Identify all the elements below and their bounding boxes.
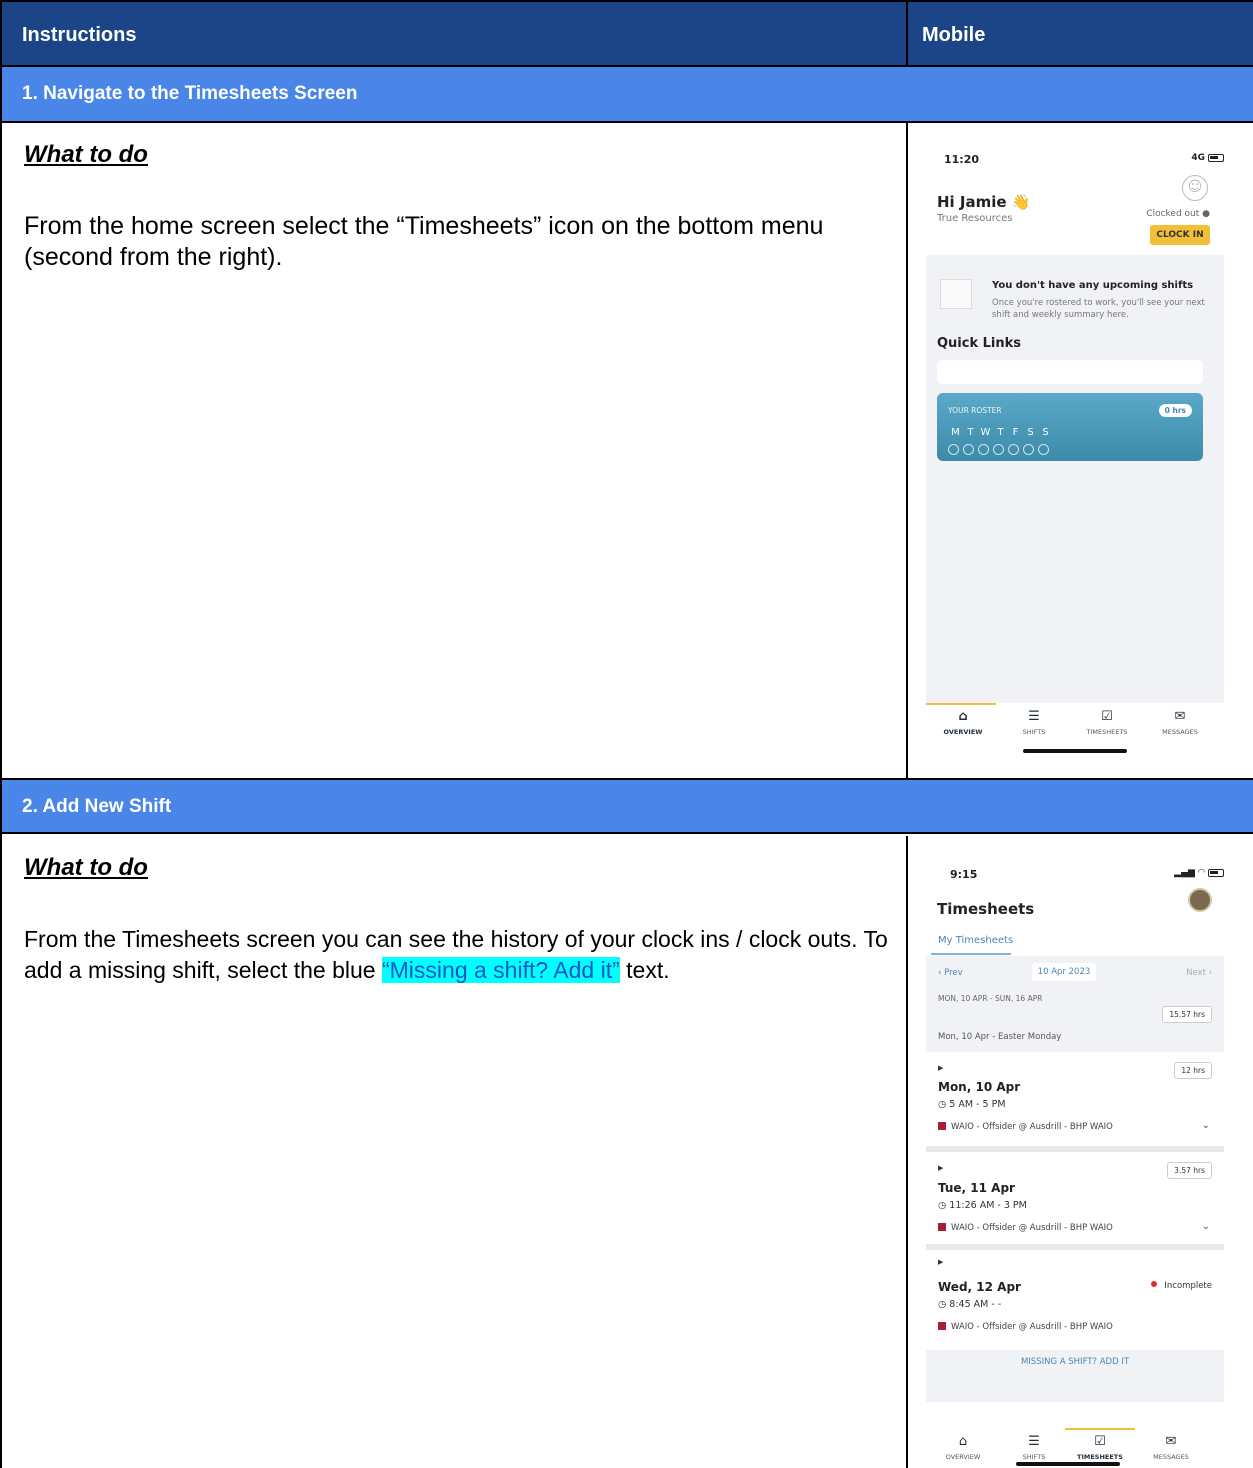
messages-icon: ✉ (1165, 1434, 1177, 1449)
date-picker[interactable]: 10 Apr 2023 (1032, 963, 1096, 981)
home-content-area (926, 255, 1224, 703)
header-mobile: Mobile (922, 24, 986, 46)
shift-job: WAIO - Offsider @ Ausdrill - BHP WAIO (938, 1223, 1113, 1233)
timesheets-icon: ☑ (1101, 709, 1113, 724)
day-label: F (1012, 427, 1019, 438)
step1-phone-screenshot: 11:20 4G ☺ Hi Jamie 👋 True Resources Clo… (908, 123, 1253, 778)
step2-instructions: What to do From the Timesheets screen yo… (2, 836, 908, 1468)
section-title-step1: 1. Navigate to the Timesheets Screen (2, 67, 1253, 123)
no-shifts-text: Once you're rostered to work, you'll see… (992, 298, 1205, 320)
clock-in-button[interactable]: CLOCK IN (1150, 225, 1210, 245)
roster-days: MTWTFSS (948, 427, 1053, 438)
status-badge: Incomplete (1151, 1281, 1212, 1291)
signal-indicator: ▂▄▆ ◠ (1174, 868, 1224, 878)
phone-home-screen: 11:20 4G ☺ Hi Jamie 👋 True Resources Clo… (926, 123, 1224, 778)
shifts-icon: ☰ (1028, 709, 1040, 724)
avatar[interactable] (1188, 888, 1212, 912)
phone-timesheets-screen: 9:15 ▂▄▆ ◠ Timesheets My Timesheets ‹ Pr… (926, 836, 1224, 1468)
messages-icon: ✉ (1174, 709, 1186, 724)
shift-card[interactable]: ▶ 12 hrs Mon, 10 Apr ◷ 5 AM - 5 PM WAIO … (926, 1052, 1224, 1146)
greeting: Hi Jamie 👋 (937, 193, 1031, 211)
shift-job: WAIO - Offsider @ Ausdrill - BHP WAIO (938, 1322, 1113, 1332)
battery-icon (1208, 868, 1224, 877)
week-hours-badge: 15.57 hrs (1162, 1006, 1212, 1023)
step2-row: What to do From the Timesheets screen yo… (2, 836, 1253, 1468)
roster-label: YOUR ROSTER (948, 406, 1002, 415)
shift-hours-badge: 3.57 hrs (1167, 1162, 1212, 1179)
shift-day: Mon, 10 Apr (938, 1080, 1021, 1094)
status-time: 11:20 (944, 153, 980, 166)
tab-my-timesheets[interactable]: My Timesheets (938, 935, 1013, 946)
section-title-step2: 2. Add New Shift (2, 778, 1253, 834)
instructions-table: Instructions Mobile 1. Navigate to the T… (0, 0, 1253, 1468)
what-to-do-heading: What to do (24, 854, 148, 881)
header-instructions: Instructions (2, 2, 908, 65)
day-label: M (951, 427, 960, 438)
week-range: MON, 10 APR - SUN, 16 APR (938, 994, 1043, 1003)
home-icon: ⌂ (958, 1434, 968, 1449)
roster-day-circles (948, 440, 1053, 459)
nav-shifts[interactable]: ☰ SHIFTS (999, 709, 1069, 736)
home-indicator (1016, 1462, 1120, 1466)
step1-text: From the home screen select the “Timeshe… (24, 212, 824, 271)
shift-day: Tue, 11 Apr (938, 1181, 1015, 1195)
roster-card[interactable]: YOUR ROSTER 0 hrs MTWTFSS (937, 393, 1203, 461)
shift-time: ◷ 11:26 AM - 3 PM (938, 1200, 1027, 1211)
shift-time: ◷ 5 AM - 5 PM (938, 1099, 1006, 1110)
day-label: W (980, 427, 991, 438)
next-button[interactable]: Next › (1186, 968, 1212, 978)
step1-row: What to do From the home screen select t… (2, 123, 1253, 778)
nav-overview[interactable]: ⌂ OVERVIEW (928, 1434, 998, 1461)
day-label: T (997, 427, 1004, 438)
company-name: True Resources (937, 213, 1013, 224)
home-indicator (1023, 749, 1127, 753)
clock-status: Clocked out ● (1146, 209, 1210, 219)
nav-messages[interactable]: ✉ MESSAGES (1136, 1434, 1206, 1461)
expand-icon: ▶ (938, 1064, 944, 1072)
missing-shift-link[interactable]: MISSING A SHIFT? ADD IT (926, 1357, 1224, 1367)
quick-links-heading: Quick Links (937, 336, 1022, 351)
calendar-icon (940, 279, 972, 309)
chevron-down-icon: ⌄ (1201, 1221, 1210, 1232)
nav-timesheets[interactable]: ☑ TIMESHEETS (1065, 1434, 1135, 1461)
shifts-icon: ☰ (1028, 1434, 1040, 1449)
day-label: T (967, 427, 974, 438)
nav-messages[interactable]: ✉ MESSAGES (1145, 709, 1215, 736)
step2-phone-screenshot: 9:15 ▂▄▆ ◠ Timesheets My Timesheets ‹ Pr… (908, 836, 1253, 1468)
nav-overview[interactable]: ⌂ OVERVIEW (928, 709, 998, 736)
bottom-nav: ⌂ OVERVIEW ☰ SHIFTS ☑ TIMESHEETS ✉ MESSAGES (926, 703, 1224, 749)
no-shifts-title: You don't have any upcoming shifts (992, 280, 1194, 291)
chevron-down-icon: ⌄ (1201, 1120, 1210, 1131)
shift-hours-badge: 12 hrs (1174, 1062, 1212, 1079)
roster-hours-badge: 0 hrs (1158, 404, 1192, 417)
shift-job: WAIO - Offsider @ Ausdrill - BHP WAIO (938, 1122, 1113, 1132)
home-icon: ⌂ (958, 709, 968, 724)
shift-card[interactable]: ▶ 3.57 hrs Tue, 11 Apr ◷ 11:26 AM - 3 PM… (926, 1152, 1224, 1244)
expand-icon: ▶ (938, 1258, 944, 1266)
shift-card[interactable]: ▶ Incomplete Wed, 12 Apr ◷ 8:45 AM - - W… (926, 1250, 1224, 1350)
page-title: Timesheets (937, 900, 1035, 918)
status-time: 9:15 (950, 868, 978, 881)
what-to-do-heading: What to do (24, 141, 148, 168)
day-label: S (1042, 427, 1049, 438)
step1-instructions: What to do From the home screen select t… (2, 123, 908, 778)
highlighted-link-text: “Missing a shift? Add it” (381, 957, 620, 983)
holiday-label: Mon, 10 Apr - Easter Monday (938, 1032, 1062, 1042)
prev-button[interactable]: ‹ Prev (938, 968, 963, 978)
battery-icon (1208, 153, 1224, 162)
table-header: Instructions Mobile (2, 0, 1253, 67)
profile-icon[interactable]: ☺ (1182, 175, 1208, 201)
shift-time: ◷ 8:45 AM - - (938, 1299, 1002, 1310)
signal-indicator: 4G (1191, 153, 1224, 163)
step2-text: From the Timesheets screen you can see t… (24, 926, 888, 983)
day-label: S (1027, 427, 1034, 438)
quick-links-box[interactable] (937, 360, 1203, 384)
expand-icon: ▶ (938, 1164, 944, 1172)
timesheets-icon: ☑ (1094, 1434, 1106, 1449)
nav-shifts[interactable]: ☰ SHIFTS (999, 1434, 1069, 1461)
nav-timesheets[interactable]: ☑ TIMESHEETS (1072, 709, 1142, 736)
shift-day: Wed, 12 Apr (938, 1280, 1021, 1294)
